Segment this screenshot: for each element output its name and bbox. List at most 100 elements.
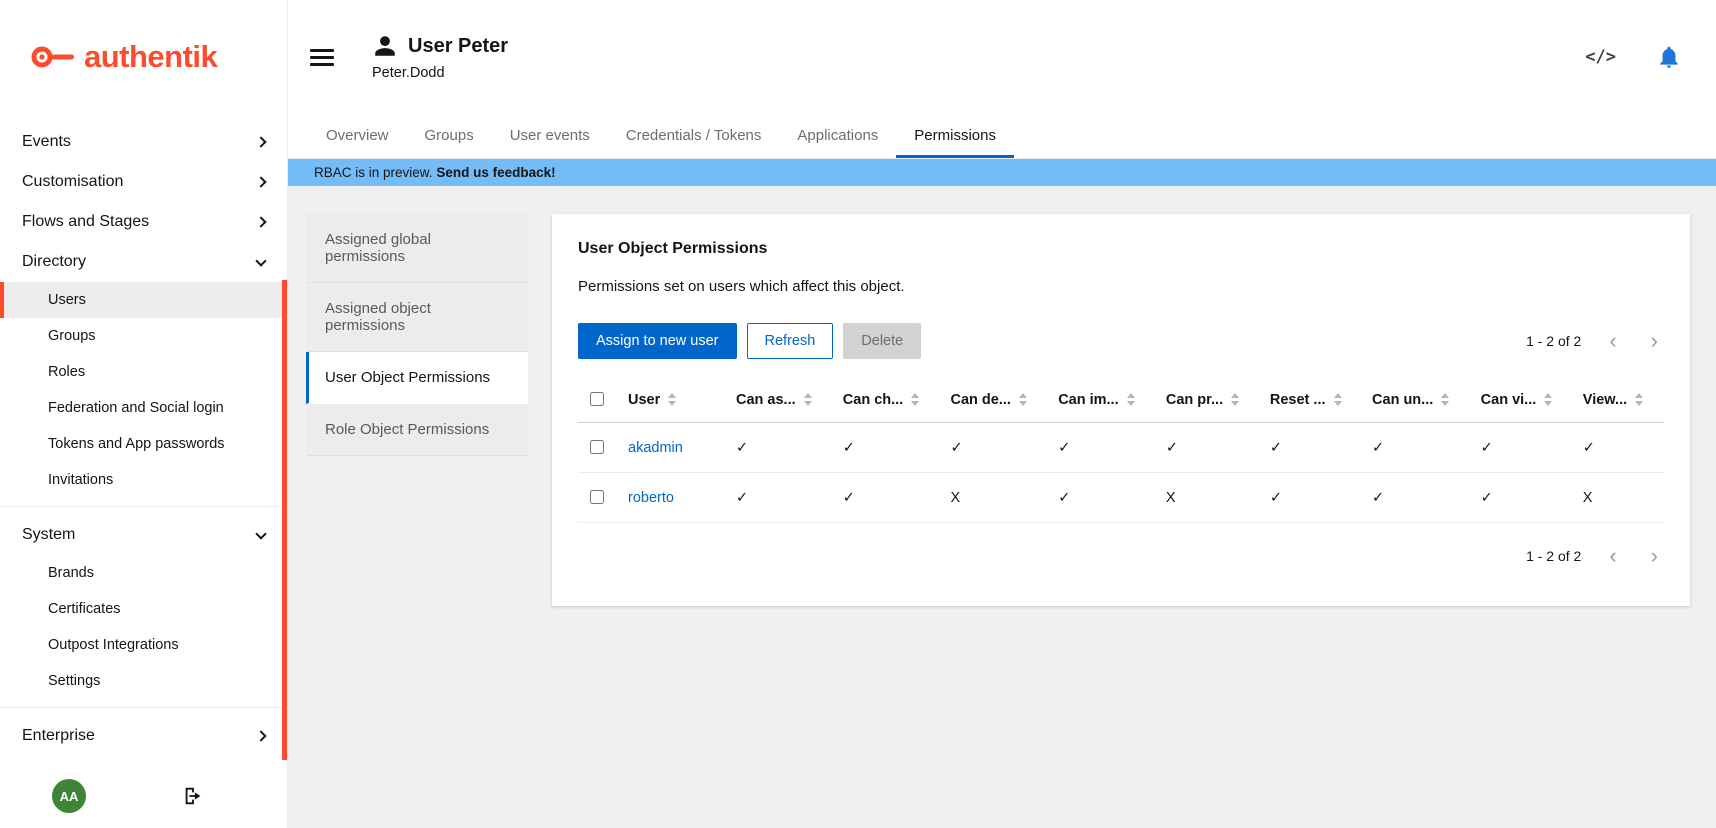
sidebar-item-label: System <box>22 526 75 544</box>
sidebar-item-outpost-integrations[interactable]: Outpost Integrations <box>0 627 287 663</box>
row-checkbox[interactable] <box>590 490 604 504</box>
sidebar-item-events[interactable]: Events <box>0 122 287 162</box>
sort-icon[interactable] <box>911 393 920 406</box>
sidebar-item-invitations[interactable]: Invitations <box>0 462 287 498</box>
permission-cell: ✓ <box>835 473 943 523</box>
sidebar-item-roles[interactable]: Roles <box>0 354 287 390</box>
permissions-table: User Can as... Can ch... Can de... Can i… <box>578 377 1664 523</box>
sidebar-item-users[interactable]: Users <box>0 282 287 318</box>
sort-icon[interactable] <box>1544 393 1553 406</box>
permissions-subnav: Assigned global permissions Assigned obj… <box>306 214 528 456</box>
sidebar-item-flows-and-stages[interactable]: Flows and Stages <box>0 202 287 242</box>
column-header-can-im[interactable]: Can im... <box>1050 377 1158 423</box>
sidebar-item-enterprise[interactable]: Enterprise <box>0 716 287 756</box>
column-label: User <box>628 392 660 408</box>
column-label: Can ch... <box>843 392 903 408</box>
subnav-user-object-permissions[interactable]: User Object Permissions <box>306 352 528 404</box>
card-description: Permissions set on users which affect th… <box>578 278 1664 295</box>
sort-icon[interactable] <box>1019 393 1028 406</box>
tab-permissions[interactable]: Permissions <box>896 114 1014 158</box>
sort-icon[interactable] <box>1334 393 1343 406</box>
subnav-label: Assigned object permissions <box>325 300 431 334</box>
tab-label: Permissions <box>914 127 996 144</box>
sidebar-item-label: Users <box>48 292 86 308</box>
topbar-actions: </> <box>1585 44 1682 70</box>
tab-credentials-tokens[interactable]: Credentials / Tokens <box>608 114 780 158</box>
sort-icon[interactable] <box>1635 393 1644 406</box>
sort-icon[interactable] <box>804 393 813 406</box>
tab-groups[interactable]: Groups <box>407 114 492 158</box>
sidebar-item-label: Invitations <box>48 472 113 488</box>
subnav-role-object-permissions[interactable]: Role Object Permissions <box>306 404 528 456</box>
notifications-bell-icon[interactable] <box>1656 44 1682 70</box>
sidebar-item-label: Certificates <box>48 601 121 617</box>
column-header-user[interactable]: User <box>620 377 728 423</box>
sort-icon[interactable] <box>668 393 677 406</box>
column-header-can-ch[interactable]: Can ch... <box>835 377 943 423</box>
permission-cell: ✓ <box>835 423 943 473</box>
row-checkbox[interactable] <box>590 440 604 454</box>
permission-cell: ✓ <box>728 423 835 473</box>
column-label: Reset ... <box>1270 392 1326 408</box>
sidebar-item-brands[interactable]: Brands <box>0 555 287 591</box>
hamburger-menu-icon[interactable] <box>310 45 334 70</box>
sort-icon[interactable] <box>1127 393 1136 406</box>
pagination-next-icon[interactable]: › <box>1645 330 1664 352</box>
permission-cell: ✓ <box>1473 473 1575 523</box>
delete-button[interactable]: Delete <box>843 323 921 359</box>
permission-cell: ✓ <box>1050 423 1158 473</box>
table-toolbar: Assign to new user Refresh Delete 1 - 2 … <box>578 323 1664 359</box>
tab-applications[interactable]: Applications <box>779 114 896 158</box>
row-checkbox-cell <box>578 423 620 473</box>
authentik-logo-icon <box>30 41 76 73</box>
sidebar-item-federation-and-social-login[interactable]: Federation and Social login <box>0 390 287 426</box>
sidebar-item-tokens-and-app-passwords[interactable]: Tokens and App passwords <box>0 426 287 462</box>
sidebar-item-label: Flows and Stages <box>22 213 149 231</box>
tab-label: Groups <box>425 127 474 144</box>
column-header-can-pr[interactable]: Can pr... <box>1158 377 1262 423</box>
pagination-prev-icon[interactable]: ‹ <box>1603 545 1622 567</box>
sidebar-item-groups[interactable]: Groups <box>0 318 287 354</box>
logout-button[interactable] <box>182 785 204 807</box>
rbac-preview-banner: RBAC is in preview. Send us feedback! <box>288 159 1716 186</box>
banner-text: RBAC is in preview. <box>314 165 433 180</box>
sidebar-scrollbar[interactable] <box>282 280 287 760</box>
column-header-can-un[interactable]: Can un... <box>1364 377 1473 423</box>
column-label: View... <box>1583 392 1627 408</box>
column-header-can-de[interactable]: Can de... <box>942 377 1050 423</box>
subnav-label: User Object Permissions <box>325 369 490 386</box>
sort-icon[interactable] <box>1441 393 1450 406</box>
avatar[interactable]: AA <box>52 779 86 813</box>
api-code-icon[interactable]: </> <box>1585 47 1616 67</box>
column-header-can-vi[interactable]: Can vi... <box>1473 377 1575 423</box>
column-header-reset[interactable]: Reset ... <box>1262 377 1364 423</box>
permission-cell: ✓ <box>1262 423 1364 473</box>
refresh-button[interactable]: Refresh <box>747 323 834 359</box>
pagination-next-icon[interactable]: › <box>1645 545 1664 567</box>
tab-label: User events <box>510 127 590 144</box>
column-header-view[interactable]: View... <box>1575 377 1664 423</box>
permission-cell: X <box>942 473 1050 523</box>
pagination-prev-icon[interactable]: ‹ <box>1603 330 1622 352</box>
sidebar-item-certificates[interactable]: Certificates <box>0 591 287 627</box>
user-link[interactable]: akadmin <box>628 440 683 456</box>
authentik-wordmark: authentik <box>84 39 217 75</box>
tab-overview[interactable]: Overview <box>308 114 407 158</box>
subnav-assigned-object-permissions[interactable]: Assigned object permissions <box>306 283 528 352</box>
feedback-link[interactable]: Send us feedback! <box>436 165 555 180</box>
sidebar-item-customisation[interactable]: Customisation <box>0 162 287 202</box>
assign-to-new-user-button[interactable]: Assign to new user <box>578 323 737 359</box>
subnav-assigned-global-permissions[interactable]: Assigned global permissions <box>306 214 528 283</box>
select-all-checkbox[interactable] <box>590 392 604 406</box>
column-header-can-as[interactable]: Can as... <box>728 377 835 423</box>
sidebar-item-settings[interactable]: Settings <box>0 663 287 699</box>
sidebar-item-label: Groups <box>48 328 96 344</box>
sidebar-item-directory[interactable]: Directory <box>0 242 287 282</box>
tab-user-events[interactable]: User events <box>492 114 608 158</box>
authentik-logo[interactable]: authentik <box>0 0 287 114</box>
page-title: User Peter <box>408 35 508 58</box>
user-icon <box>372 33 398 59</box>
sort-icon[interactable] <box>1231 393 1240 406</box>
user-link[interactable]: roberto <box>628 490 674 506</box>
sidebar-item-system[interactable]: System <box>0 515 287 555</box>
